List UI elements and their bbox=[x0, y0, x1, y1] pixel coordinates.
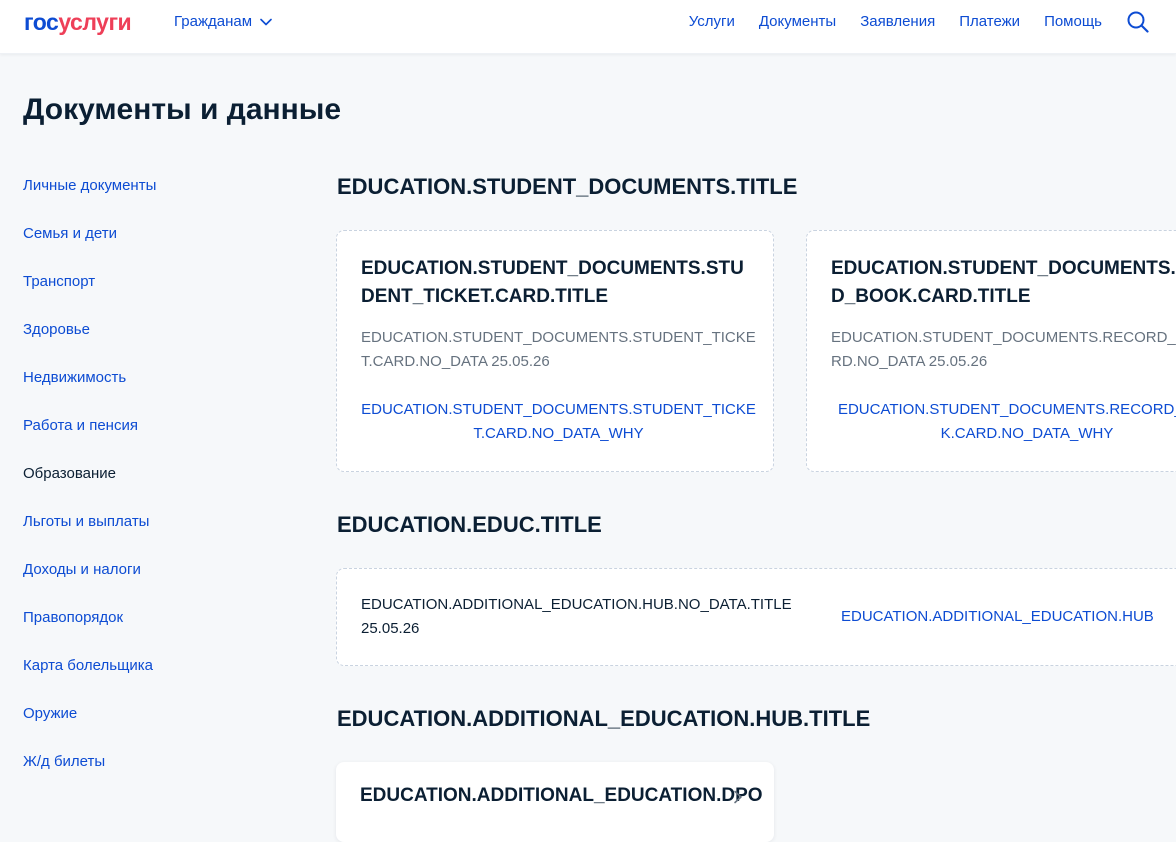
card-title: EDUCATION.STUDENT_DOCUMENTS.RECORD_BOOK.… bbox=[831, 258, 1176, 307]
page-title: Документы и данные bbox=[23, 93, 342, 126]
main-nav: Услуги Документы Заявления Платежи Помощ… bbox=[689, 13, 1102, 30]
sidebar-item-benefits[interactable]: Льготы и выплаты bbox=[23, 510, 283, 558]
educ-title: EDUCATION.EDUC.TITLE bbox=[337, 512, 602, 537]
gosuslugi-logo[interactable]: госуслуги bbox=[24, 9, 132, 36]
nav-documents[interactable]: Документы bbox=[759, 13, 836, 30]
sidebar-item-education[interactable]: Образование bbox=[23, 462, 283, 510]
logo-part-gos: гос bbox=[24, 9, 59, 35]
top-header: госуслуги Гражданам Услуги Документы Зая… bbox=[0, 0, 1176, 54]
dpo-card[interactable]: EDUCATION.ADDITIONAL_EDUCATION.DPO bbox=[336, 762, 774, 842]
card-title: EDUCATION.ADDITIONAL_EDUCATION.DPO bbox=[360, 785, 763, 806]
logo-part-uslugi: услуги bbox=[58, 9, 132, 35]
card-no-data-why-link[interactable]: EDUCATION.STUDENT_DOCUMENTS.STUDENT_TICK… bbox=[361, 398, 756, 446]
additional-education-hub-link[interactable]: EDUCATION.ADDITIONAL_EDUCATION.HUB bbox=[841, 605, 1154, 629]
nav-services[interactable]: Услуги bbox=[689, 13, 735, 30]
nav-payments[interactable]: Платежи bbox=[959, 13, 1020, 30]
student-documents-title: EDUCATION.STUDENT_DOCUMENTS.TITLE bbox=[337, 174, 798, 199]
audience-label: Гражданам bbox=[174, 13, 253, 30]
sidebar-item-income-taxes[interactable]: Доходы и налоги bbox=[23, 558, 283, 606]
card-no-data-text: EDUCATION.STUDENT_DOCUMENTS.RECORD_BOOK.… bbox=[831, 329, 1176, 370]
sidebar-item-fan-card[interactable]: Карта болельщика bbox=[23, 654, 283, 702]
sidebar-item-work-pension[interactable]: Работа и пенсия bbox=[23, 414, 283, 462]
sidebar-item-train-tickets[interactable]: Ж/д билеты bbox=[23, 750, 283, 798]
sidebar-item-transport[interactable]: Транспорт bbox=[23, 270, 283, 318]
sidebar-item-health[interactable]: Здоровье bbox=[23, 318, 283, 366]
sidebar-item-personal-documents[interactable]: Личные документы bbox=[23, 174, 283, 222]
card-title: EDUCATION.STUDENT_DOCUMENTS.STUDENT_TICK… bbox=[361, 258, 744, 307]
additional-education-hub-title: EDUCATION.ADDITIONAL_EDUCATION.HUB.TITLE bbox=[337, 706, 871, 731]
student-ticket-card[interactable]: EDUCATION.STUDENT_DOCUMENTS.STUDENT_TICK… bbox=[336, 230, 774, 472]
search-icon bbox=[1127, 11, 1149, 33]
nav-help[interactable]: Помощь bbox=[1044, 13, 1102, 30]
record-book-card[interactable]: EDUCATION.STUDENT_DOCUMENTS.RECORD_BOOK.… bbox=[806, 230, 1176, 472]
sidebar-item-law[interactable]: Правопорядок bbox=[23, 606, 283, 654]
educ-no-data-text: EDUCATION.ADDITIONAL_EDUCATION.HUB.NO_DA… bbox=[361, 596, 792, 637]
chevron-right-icon bbox=[734, 790, 742, 804]
sidebar-item-realty[interactable]: Недвижимость bbox=[23, 366, 283, 414]
educ-card: EDUCATION.ADDITIONAL_EDUCATION.HUB.NO_DA… bbox=[336, 568, 1176, 666]
sidebar-nav: Личные документы Семья и дети Транспорт … bbox=[23, 174, 283, 798]
card-no-data-text: EDUCATION.STUDENT_DOCUMENTS.STUDENT_TICK… bbox=[361, 329, 756, 370]
audience-dropdown[interactable]: Гражданам bbox=[174, 13, 272, 30]
nav-applications[interactable]: Заявления bbox=[860, 13, 935, 30]
sidebar-item-family[interactable]: Семья и дети bbox=[23, 222, 283, 270]
sidebar-item-weapons[interactable]: Оружие bbox=[23, 702, 283, 750]
search-button[interactable] bbox=[1126, 10, 1150, 34]
chevron-down-icon bbox=[260, 18, 272, 25]
card-no-data-why-link[interactable]: EDUCATION.STUDENT_DOCUMENTS.RECORD_BOOK.… bbox=[837, 398, 1176, 446]
